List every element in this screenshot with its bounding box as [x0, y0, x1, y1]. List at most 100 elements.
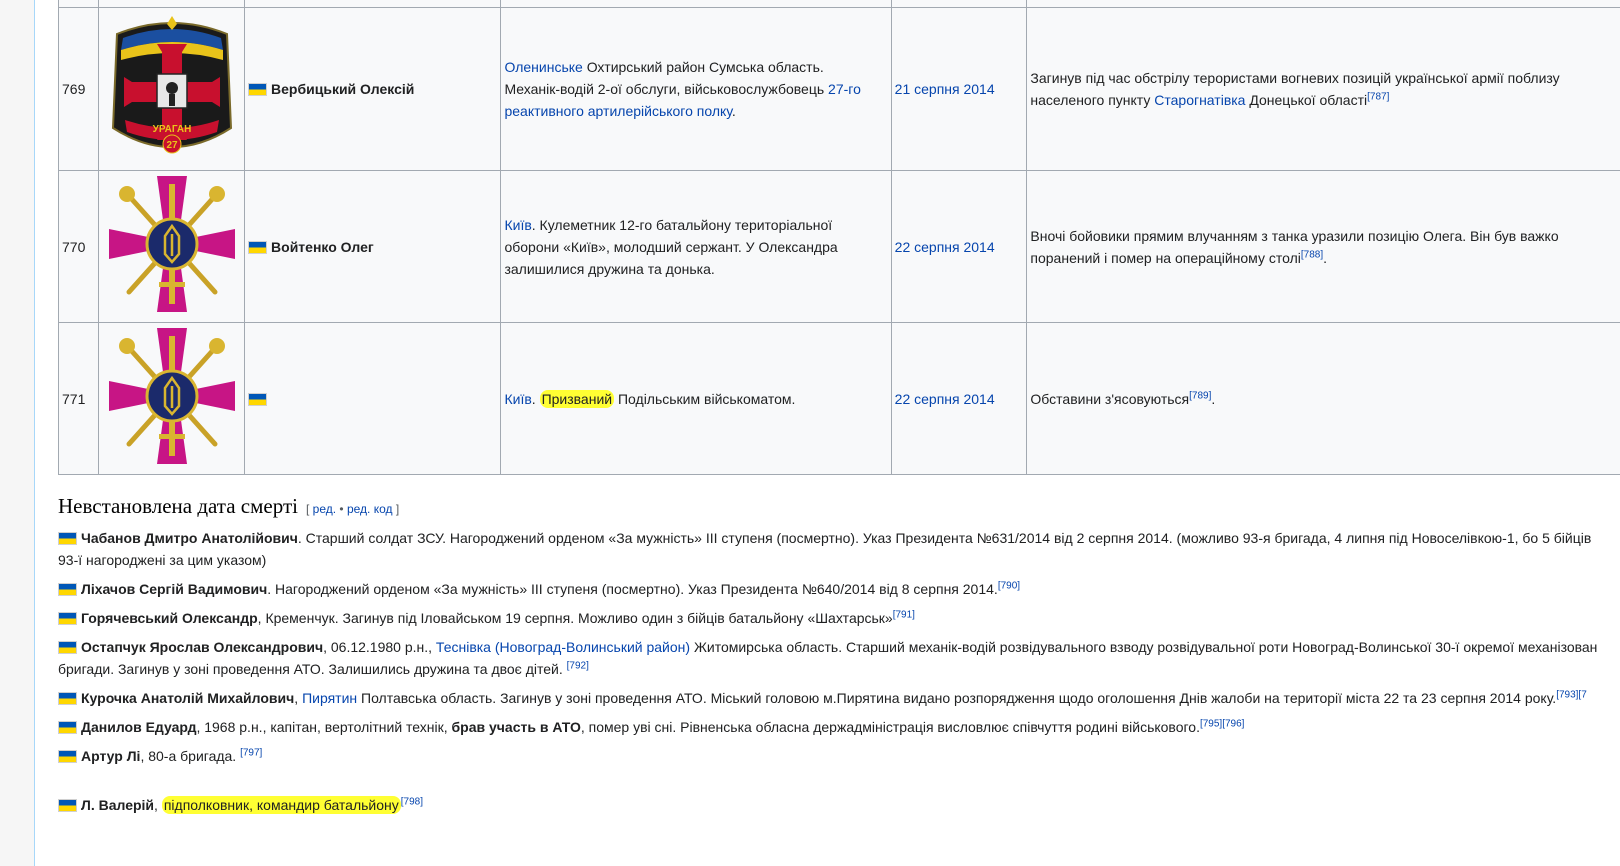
undated-entries-list: Чабанов Дмитро Анатолійович. Старший сол… — [58, 527, 1620, 823]
ukraine-flag-icon — [248, 83, 268, 96]
reference-link[interactable]: [789] — [1189, 390, 1211, 401]
circumstances-text: . — [1323, 249, 1328, 266]
emblem-caption: УРАГАН — [152, 124, 191, 135]
article-content: 769 УРАГАН 27 Вербицький Олексій Оленинс… — [34, 0, 1620, 866]
reference-link[interactable]: [797] — [240, 747, 262, 758]
entry-text: 93-ї нагороджені за цим указом) — [58, 552, 267, 568]
reference-link[interactable]: [798] — [401, 796, 423, 807]
village-link[interactable]: Теснівка (Новоград-Волинський район) — [436, 639, 690, 655]
regiment-link[interactable]: реактивного артилерійського полку — [504, 103, 731, 119]
bracket: [ — [305, 502, 313, 516]
soldier-name: Горячевський Олександр — [81, 610, 258, 626]
bold-text: брав участь в АТО — [451, 719, 581, 735]
entry-text: Полтавська область. Загинув у зоні прове… — [357, 690, 1557, 706]
row-number: 771 — [57, 322, 100, 475]
list-item: Данилов Едуард, 1968 р.н., капітан, верт… — [58, 716, 1620, 738]
entry-text: бригади. Загинув у зоні проведення АТО. … — [58, 661, 567, 677]
entry-text: , Кременчук. Загинув під Іловайськом 19 … — [257, 610, 893, 626]
circumstances-text: Загинув під час обстрілу терористами вог… — [1030, 70, 1560, 86]
place-text: Охтирський район Сумська область. — [582, 59, 824, 75]
cross-emblem-image[interactable] — [98, 170, 246, 323]
edit-link[interactable]: ред. — [313, 502, 336, 516]
ukraine-flag-icon — [58, 721, 77, 734]
cross-emblem-image[interactable] — [98, 322, 246, 475]
list-item: Курочка Анатолій Михайлович, Пирятин Пол… — [58, 687, 1620, 709]
list-item: Остапчук Ярослав Олександрович, 06.12.19… — [58, 636, 1620, 680]
circumstances-text: Вночі бойовики прямим влучанням з танка … — [1030, 227, 1559, 244]
regiment-link[interactable]: 27-го — [828, 81, 861, 97]
circumstances-text: поранений і помер на операційному столі — [1030, 249, 1301, 266]
edit-source-link[interactable]: ред. код — [347, 502, 393, 516]
soldier-name: Чабанов Дмитро Анатолійович — [81, 530, 298, 546]
section-title: Невстановлена дата смерті — [58, 494, 298, 518]
row-number: 770 — [57, 170, 100, 323]
place-text: . — [731, 103, 736, 119]
reference-link[interactable]: [791] — [893, 609, 915, 620]
circumstances-text: . — [1211, 390, 1216, 407]
date-link[interactable]: 21 серпня 2014 — [895, 81, 995, 97]
entry-text: , помер уві сні. Рівненська обласна держ… — [580, 719, 1200, 735]
table-row: 769 УРАГАН 27 Вербицький Олексій Оленинс… — [57, 7, 1620, 171]
uragan-emblem-icon: УРАГАН 27 — [111, 16, 232, 154]
soldier-name: Ліхачов Сергій Вадимович — [81, 581, 268, 597]
entry-text: , 06.12.1980 р.н., — [323, 639, 436, 655]
emblem-number: 27 — [166, 140, 178, 151]
row-number: 769 — [57, 7, 100, 171]
soldier-name: Остапчук Ярослав Олександрович — [81, 639, 324, 655]
place-text: Подільським військоматом. — [614, 390, 796, 407]
ukraine-flag-icon — [58, 612, 77, 625]
circumstances-text: Донецької області — [1245, 92, 1368, 108]
place-text: залишилися дружина та донька. — [504, 260, 715, 277]
ukraine-flag-icon — [58, 750, 77, 763]
entry-text: . Нагороджений орденом «За мужність» ІІІ… — [267, 581, 998, 597]
entry-text: , 80-а бригада. — [140, 748, 241, 764]
date-link[interactable]: 22 серпня 2014 — [895, 391, 995, 407]
soldier-name: Артур Лі — [81, 748, 141, 764]
ukraine-flag-icon — [58, 583, 77, 596]
place-text: оборони «Київ», молодший сержант. У Олек… — [504, 238, 838, 255]
section-heading: Невстановлена дата смерті [ ред. • ред. к… — [58, 494, 399, 519]
uragan-emblem-image[interactable]: УРАГАН 27 — [98, 7, 246, 171]
village-link[interactable]: Старогнатівка — [1154, 92, 1245, 108]
armed-forces-cross-icon — [108, 175, 235, 312]
reference-link[interactable]: [793][7 — [1556, 689, 1587, 700]
casualty-table: 769 УРАГАН 27 Вербицький Олексій Оленинс… — [57, 0, 1620, 475]
place-link[interactable]: Оленинське — [504, 59, 582, 75]
list-item: Артур Лі, 80-а бригада. [797] — [58, 745, 1620, 767]
entry-text: , — [154, 797, 162, 813]
ukraine-flag-icon — [58, 692, 77, 705]
town-link[interactable]: Пирятин — [302, 690, 357, 706]
place-link[interactable]: Київ — [504, 391, 531, 407]
ukraine-flag-icon — [58, 641, 77, 654]
list-item: Л. Валерій, підполковник, командир батал… — [58, 794, 1620, 816]
date-link[interactable]: 22 серпня 2014 — [895, 239, 995, 255]
reference-link[interactable]: [787] — [1367, 91, 1389, 102]
entry-text: . Старший солдат ЗСУ. Нагороджений орден… — [297, 530, 1592, 546]
entry-text: Житомирська область. Старший механік-вод… — [690, 639, 1598, 655]
reference-link[interactable]: [792] — [567, 660, 589, 671]
armed-forces-cross-icon — [108, 327, 235, 464]
highlighted-text: підполковник, командир батальйону — [161, 796, 401, 814]
entry-text: , — [294, 690, 303, 706]
ukraine-flag-icon — [248, 240, 268, 254]
soldier-name: Вербицький Олексій — [271, 81, 415, 97]
circumstances-text: Обставини з'ясовуються — [1030, 390, 1190, 407]
edit-section-links: [ ред. • ред. код ] — [306, 502, 399, 516]
soldier-name: Л. Валерій — [81, 797, 155, 813]
place-text: . — [531, 390, 540, 407]
table-row: 771 Київ. Призваний Подільським військом… — [57, 322, 1620, 475]
place-text: . Кулеметник 12-го батальйону територіал… — [531, 216, 833, 233]
ukraine-flag-icon — [58, 799, 77, 812]
place-text: Механік-водій 2-ої обслуги, військовослу… — [504, 81, 829, 97]
highlighted-text: Призваний — [539, 389, 615, 408]
table-row-partial — [57, 0, 1620, 8]
reference-link[interactable]: [790] — [998, 580, 1020, 591]
reference-link[interactable]: [788] — [1301, 249, 1323, 260]
bracket: ] — [392, 502, 400, 516]
ukraine-flag-icon — [248, 392, 268, 406]
soldier-name: Войтенко Олег — [271, 238, 374, 255]
entry-text: , 1968 р.н., капітан, вертолітний технік… — [196, 719, 452, 735]
reference-link[interactable]: [795][796] — [1200, 718, 1244, 729]
place-link[interactable]: Київ — [504, 217, 531, 233]
soldier-name: Курочка Анатолій Михайлович — [81, 690, 295, 706]
